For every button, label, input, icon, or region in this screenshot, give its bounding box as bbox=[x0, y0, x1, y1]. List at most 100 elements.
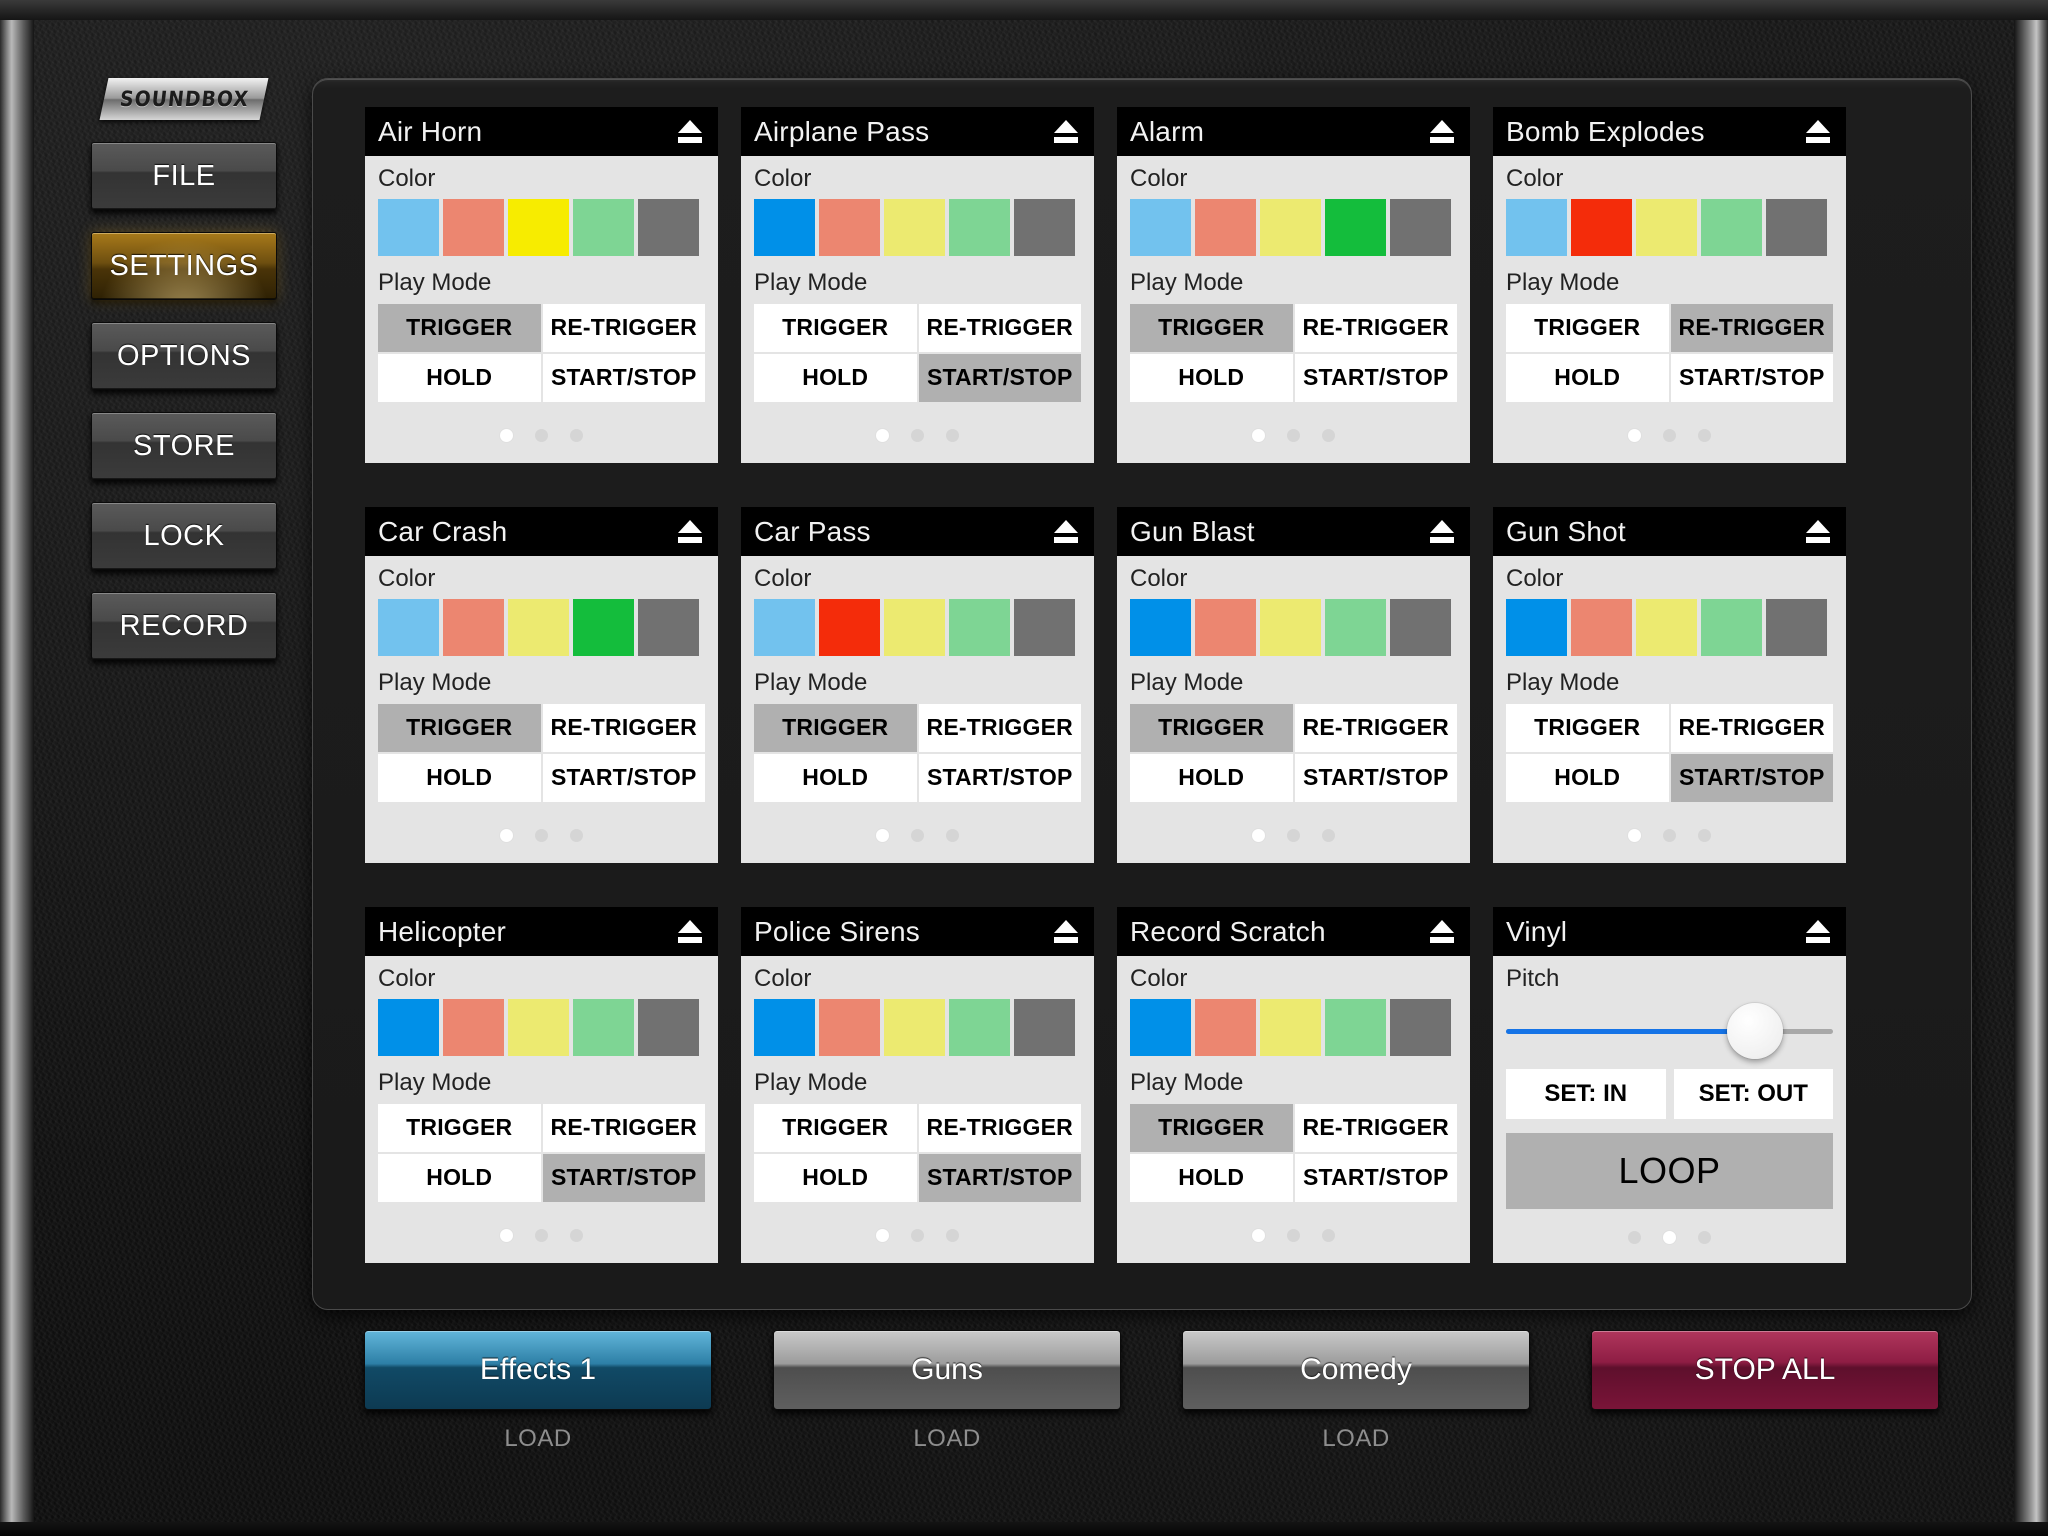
color-swatch-selected[interactable] bbox=[508, 199, 569, 257]
play-mode-trigger[interactable]: TRIGGER bbox=[378, 1103, 541, 1152]
page-dot-active[interactable] bbox=[500, 828, 513, 842]
play-mode-start-stop[interactable]: START/STOP bbox=[1294, 1153, 1457, 1202]
color-swatch[interactable] bbox=[1390, 199, 1451, 257]
page-dot-active[interactable] bbox=[1628, 828, 1641, 842]
play-mode-trigger[interactable]: TRIGGER bbox=[1130, 1103, 1293, 1152]
color-swatch[interactable] bbox=[638, 199, 699, 257]
color-swatch[interactable] bbox=[1325, 999, 1386, 1057]
page-dot[interactable] bbox=[1322, 428, 1335, 442]
page-dot[interactable] bbox=[570, 428, 583, 442]
color-swatch[interactable] bbox=[949, 199, 1010, 257]
page-dot-active[interactable] bbox=[876, 1228, 889, 1242]
color-swatch-selected[interactable] bbox=[1571, 199, 1632, 257]
color-swatch[interactable] bbox=[949, 599, 1010, 657]
eject-icon[interactable] bbox=[1426, 918, 1458, 946]
play-mode-start-stop[interactable]: START/STOP bbox=[542, 753, 705, 802]
eject-icon[interactable] bbox=[1802, 518, 1834, 546]
play-mode-hold[interactable]: HOLD bbox=[754, 353, 917, 402]
color-swatch[interactable] bbox=[1130, 199, 1191, 257]
eject-icon[interactable] bbox=[674, 918, 706, 946]
eject-icon[interactable] bbox=[1802, 918, 1834, 946]
color-swatch[interactable] bbox=[638, 599, 699, 657]
color-swatch-selected[interactable] bbox=[754, 199, 815, 257]
page-dot[interactable] bbox=[1287, 428, 1300, 442]
color-swatch[interactable] bbox=[1571, 599, 1632, 657]
page-dot[interactable] bbox=[1698, 828, 1711, 842]
play-mode-start-stop[interactable]: START/STOP bbox=[1294, 753, 1457, 802]
play-mode-trigger[interactable]: TRIGGER bbox=[754, 303, 917, 352]
page-dot-active[interactable] bbox=[1252, 1228, 1265, 1242]
bank-button-guns[interactable]: Guns bbox=[773, 1330, 1121, 1410]
color-swatch[interactable] bbox=[1701, 199, 1762, 257]
eject-icon[interactable] bbox=[1050, 118, 1082, 146]
color-swatch[interactable] bbox=[884, 199, 945, 257]
bank-load-label[interactable]: LOAD bbox=[364, 1425, 712, 1453]
color-swatch[interactable] bbox=[1766, 599, 1827, 657]
page-dot[interactable] bbox=[535, 828, 548, 842]
color-swatch[interactable] bbox=[443, 599, 504, 657]
play-mode-hold[interactable]: HOLD bbox=[1130, 1153, 1293, 1202]
play-mode-start-stop[interactable]: START/STOP bbox=[1670, 353, 1833, 402]
color-swatch-selected[interactable] bbox=[378, 999, 439, 1057]
sidebar-item-store[interactable]: STORE bbox=[91, 412, 277, 480]
color-swatch[interactable] bbox=[1506, 199, 1567, 257]
color-swatch[interactable] bbox=[573, 199, 634, 257]
eject-icon[interactable] bbox=[674, 118, 706, 146]
color-swatch[interactable] bbox=[1766, 199, 1827, 257]
page-dot-active[interactable] bbox=[1252, 828, 1265, 842]
sidebar-item-options[interactable]: OPTIONS bbox=[91, 322, 277, 390]
play-mode-start-stop[interactable]: START/STOP bbox=[542, 1153, 705, 1202]
page-dot[interactable] bbox=[570, 828, 583, 842]
page-dot[interactable] bbox=[1698, 1230, 1711, 1244]
play-mode-trigger[interactable]: TRIGGER bbox=[754, 1103, 917, 1152]
page-dot[interactable] bbox=[1628, 1230, 1641, 1244]
play-mode-hold[interactable]: HOLD bbox=[1506, 753, 1669, 802]
bank-button-stop-all[interactable]: STOP ALL bbox=[1591, 1330, 1939, 1410]
color-swatch[interactable] bbox=[884, 599, 945, 657]
color-swatch[interactable] bbox=[1014, 599, 1075, 657]
color-swatch[interactable] bbox=[754, 599, 815, 657]
pitch-slider-track[interactable] bbox=[1506, 1003, 1833, 1060]
page-dot[interactable] bbox=[1287, 828, 1300, 842]
color-swatch[interactable] bbox=[949, 999, 1010, 1057]
color-swatch[interactable] bbox=[1014, 999, 1075, 1057]
page-dot[interactable] bbox=[1322, 1228, 1335, 1242]
page-dot[interactable] bbox=[911, 828, 924, 842]
color-swatch[interactable] bbox=[1636, 599, 1697, 657]
play-mode-hold[interactable]: HOLD bbox=[378, 353, 541, 402]
color-swatch[interactable] bbox=[573, 999, 634, 1057]
color-swatch-selected[interactable] bbox=[1325, 199, 1386, 257]
color-swatch[interactable] bbox=[1195, 199, 1256, 257]
set-in-button[interactable]: SET: IN bbox=[1506, 1069, 1666, 1120]
eject-icon[interactable] bbox=[1050, 918, 1082, 946]
play-mode-re-trigger[interactable]: RE-TRIGGER bbox=[918, 703, 1081, 752]
page-dot-active[interactable] bbox=[876, 428, 889, 442]
play-mode-re-trigger[interactable]: RE-TRIGGER bbox=[542, 303, 705, 352]
page-dot[interactable] bbox=[1322, 828, 1335, 842]
play-mode-hold[interactable]: HOLD bbox=[754, 753, 917, 802]
eject-icon[interactable] bbox=[1426, 518, 1458, 546]
eject-icon[interactable] bbox=[674, 518, 706, 546]
color-swatch[interactable] bbox=[1195, 999, 1256, 1057]
play-mode-trigger[interactable]: TRIGGER bbox=[1130, 703, 1293, 752]
bank-load-label[interactable]: LOAD bbox=[1182, 1425, 1530, 1453]
color-swatch[interactable] bbox=[1701, 599, 1762, 657]
color-swatch[interactable] bbox=[1325, 599, 1386, 657]
set-out-button[interactable]: SET: OUT bbox=[1673, 1069, 1833, 1120]
color-swatch[interactable] bbox=[508, 599, 569, 657]
play-mode-re-trigger[interactable]: RE-TRIGGER bbox=[1670, 703, 1833, 752]
color-swatch[interactable] bbox=[1014, 199, 1075, 257]
play-mode-hold[interactable]: HOLD bbox=[1130, 753, 1293, 802]
sidebar-item-settings[interactable]: SETTINGS bbox=[91, 232, 277, 300]
play-mode-start-stop[interactable]: START/STOP bbox=[1670, 753, 1833, 802]
page-dot-active[interactable] bbox=[500, 428, 513, 442]
play-mode-re-trigger[interactable]: RE-TRIGGER bbox=[1294, 1103, 1457, 1152]
play-mode-hold[interactable]: HOLD bbox=[378, 753, 541, 802]
color-swatch[interactable] bbox=[1260, 199, 1321, 257]
play-mode-hold[interactable]: HOLD bbox=[1506, 353, 1669, 402]
color-swatch[interactable] bbox=[1260, 999, 1321, 1057]
color-swatch-selected[interactable] bbox=[1130, 599, 1191, 657]
page-dot[interactable] bbox=[946, 828, 959, 842]
color-swatch-selected[interactable] bbox=[1130, 999, 1191, 1057]
play-mode-re-trigger[interactable]: RE-TRIGGER bbox=[1670, 303, 1833, 352]
